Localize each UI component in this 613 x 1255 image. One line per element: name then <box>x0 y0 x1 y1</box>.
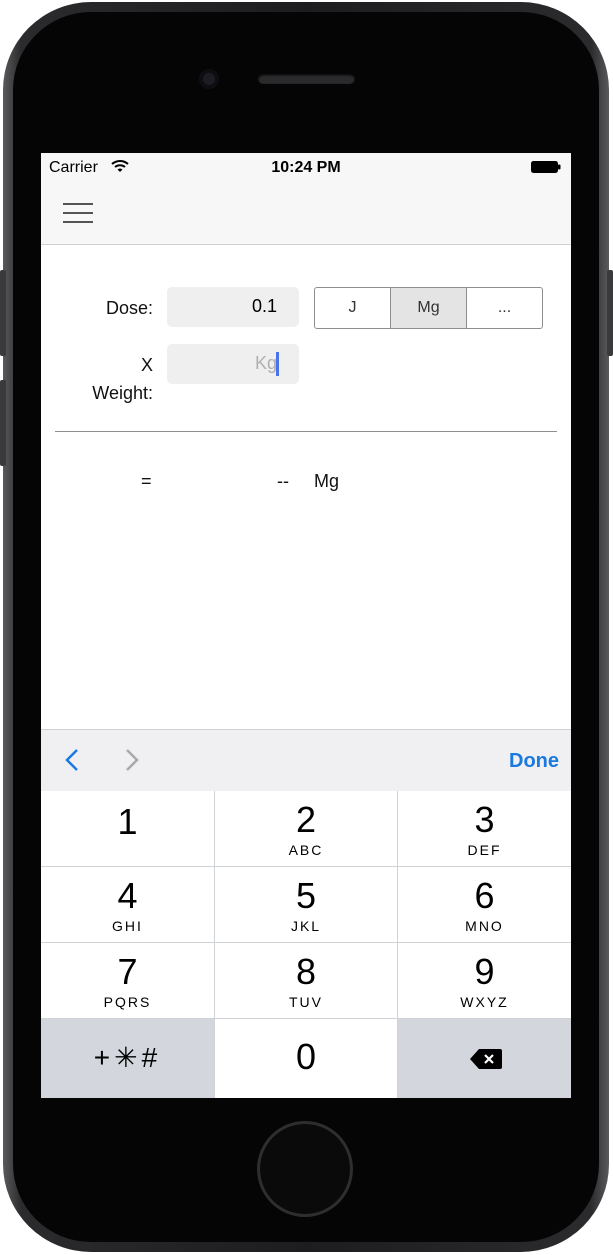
power-button <box>607 270 613 356</box>
result-value: -- <box>277 471 289 491</box>
keyboard-accessory-bar: Done <box>41 729 571 792</box>
numeric-keypad: 1 2 ABC 3 DEF 4 GHI 5 JKL 6 MNO 7 PQRS 8… <box>41 791 571 1098</box>
backspace-icon <box>470 1049 502 1069</box>
text-cursor <box>276 352 279 376</box>
key-4[interactable]: 4 GHI <box>41 867 214 942</box>
key-letters: DEF <box>467 842 502 858</box>
nav-bar <box>41 183 571 245</box>
key-letters: PQRS <box>103 994 152 1010</box>
result-divider <box>55 431 557 432</box>
key-2[interactable]: 2 ABC <box>215 791 397 866</box>
weight-label: Weight: <box>92 383 153 403</box>
key-letters: JKL <box>290 918 322 934</box>
dose-input[interactable]: 0.1 <box>167 287 299 327</box>
key-digit: 7 <box>117 951 138 992</box>
segment-mg[interactable]: Mg <box>391 288 467 328</box>
earpiece-speaker <box>258 74 355 84</box>
segment-more[interactable]: ... <box>467 288 542 328</box>
done-button[interactable]: Done <box>509 750 559 773</box>
key-1[interactable]: 1 <box>41 791 214 866</box>
dose-value: 0.1 <box>251 296 277 316</box>
key-letters: MNO <box>465 918 504 934</box>
status-bar: Carrier 10:24 PM <box>41 153 571 183</box>
key-letters: GHI <box>112 918 143 934</box>
weight-label-x: X <box>140 355 153 375</box>
symbols-key[interactable]: +✳# <box>41 1019 214 1098</box>
delete-key[interactable] <box>398 1019 571 1098</box>
weight-placeholder: Kg <box>254 353 277 373</box>
key-digit: 2 <box>295 799 317 840</box>
key-digit: 4 <box>117 875 138 916</box>
app-screen: Carrier 10:24 PM Dose: 0.1 J Mg ... X We… <box>41 153 571 1098</box>
key-digit: 8 <box>295 951 317 992</box>
home-button[interactable] <box>260 1124 350 1214</box>
equals-sign: = <box>141 471 152 491</box>
symbols-label: +✳# <box>93 1042 162 1073</box>
key-8[interactable]: 8 TUV <box>215 943 397 1018</box>
key-letters: ABC <box>288 842 324 858</box>
hamburger-menu-icon[interactable] <box>63 203 93 225</box>
key-digit: 1 <box>117 801 138 842</box>
battery-icon <box>531 161 561 173</box>
key-7[interactable]: 7 PQRS <box>41 943 214 1018</box>
weight-input[interactable]: Kg <box>167 344 299 384</box>
next-field-chevron-icon[interactable] <box>117 746 145 774</box>
key-5[interactable]: 5 JKL <box>215 867 397 942</box>
dose-label: Dose: <box>105 298 153 318</box>
key-digit: 3 <box>474 799 495 840</box>
key-0[interactable]: 0 <box>215 1019 397 1098</box>
unit-segmented-control[interactable]: J Mg ... <box>314 287 543 329</box>
key-digit: 0 <box>295 1036 317 1077</box>
key-3[interactable]: 3 DEF <box>398 791 571 866</box>
volume-button <box>0 380 6 466</box>
front-camera <box>199 69 219 89</box>
key-digit: 9 <box>474 951 495 992</box>
previous-field-chevron-icon[interactable] <box>59 746 87 774</box>
segment-j[interactable]: J <box>315 288 391 328</box>
key-letters: TUV <box>289 994 323 1010</box>
key-letters: WXYZ <box>460 994 509 1010</box>
status-time: 10:24 PM <box>271 159 341 176</box>
key-9[interactable]: 9 WXYZ <box>398 943 571 1018</box>
key-digit: 6 <box>474 875 495 916</box>
key-6[interactable]: 6 MNO <box>398 867 571 942</box>
result-unit: Mg <box>314 471 340 491</box>
key-digit: 5 <box>295 875 317 916</box>
volume-button <box>0 270 6 356</box>
